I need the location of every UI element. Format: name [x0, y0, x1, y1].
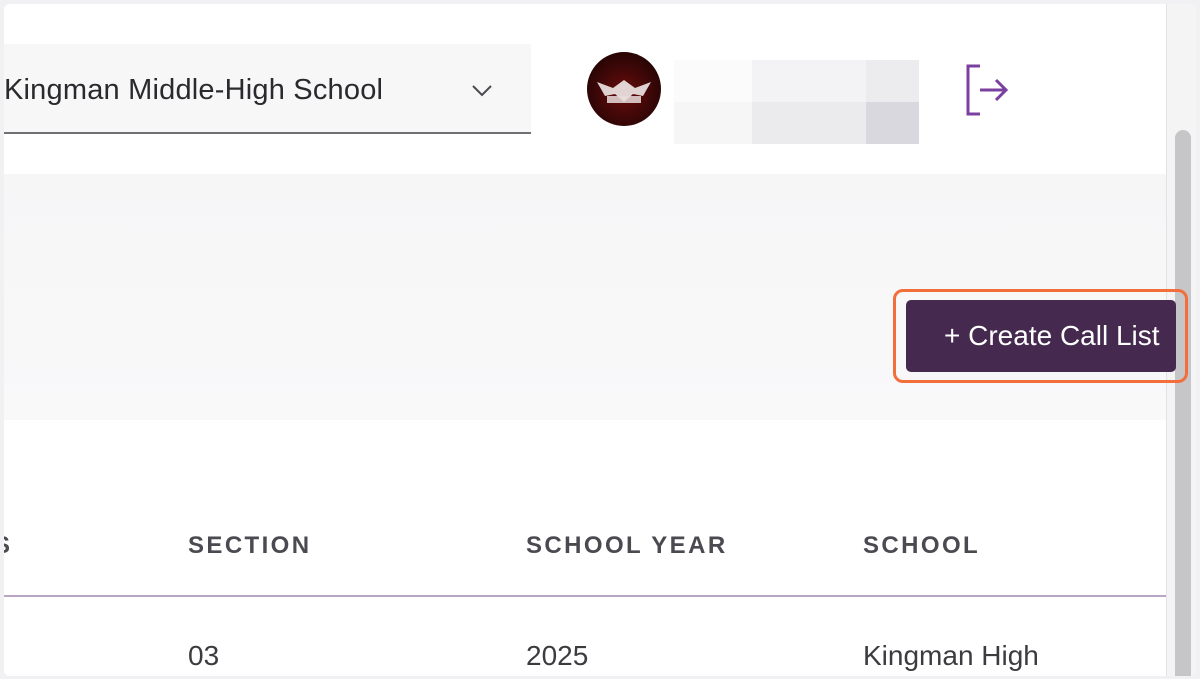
- owl-logo: [597, 80, 651, 103]
- call-list-table: S SECTION SCHOOL YEAR SCHOOL 03 2025 Kin…: [4, 420, 1166, 676]
- cell-section: 03: [188, 640, 220, 671]
- column-header-school-year: SCHOOL YEAR: [526, 532, 728, 559]
- column-header-section: SECTION: [188, 532, 312, 559]
- chevron-down-icon[interactable]: [470, 78, 494, 102]
- scrollbar-thumb[interactable]: [1175, 130, 1191, 676]
- cell-school-year: 2025: [526, 640, 589, 671]
- school-select[interactable]: Kingman Middle-High School: [4, 44, 531, 134]
- column-header-school: SCHOOL: [863, 532, 981, 559]
- toolbar-band: [4, 174, 1166, 420]
- logout-icon[interactable]: [962, 62, 1010, 118]
- school-select-value: Kingman Middle-High School: [4, 74, 384, 106]
- avatar[interactable]: [587, 52, 661, 126]
- column-header-truncated: S: [4, 532, 10, 560]
- cell-school: Kingman High: [863, 640, 1039, 671]
- table-header-divider: [4, 595, 1166, 597]
- top-bar: Kingman Middle-High School: [4, 4, 1166, 174]
- create-call-list-button[interactable]: + Create Call List: [906, 300, 1176, 372]
- username-redacted: [674, 60, 919, 144]
